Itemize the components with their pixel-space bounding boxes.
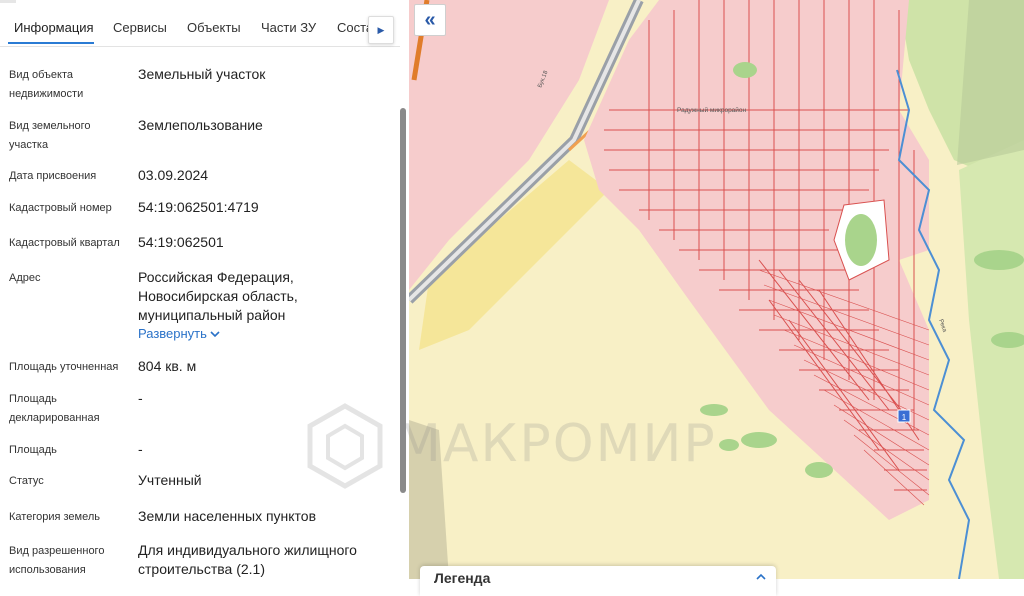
tab-information[interactable]: Информация (14, 20, 94, 35)
chevron-up-icon[interactable] (754, 572, 768, 582)
label-address: Адрес (9, 272, 41, 284)
chevron-down-icon[interactable] (208, 328, 222, 340)
forest-area-south (959, 140, 1024, 579)
active-tab-indicator (8, 42, 94, 44)
tab-objects[interactable]: Объекты (187, 20, 241, 35)
grey-strip (409, 420, 449, 579)
value-area-declared: - (138, 390, 143, 406)
label-assign-date: Дата присвоения (9, 170, 97, 182)
label-object-type: Вид объекта недвижимости (9, 69, 84, 100)
value-area: - (138, 441, 143, 457)
bush (733, 62, 757, 78)
bush (805, 462, 833, 478)
value-status: Учтенный (138, 472, 202, 488)
tab-land-parts[interactable]: Части ЗУ (261, 20, 316, 35)
label-permitted-use: Вид разрешенного использования (9, 545, 105, 576)
river-label: Река (937, 319, 947, 334)
map-canvas[interactable]: 1 Радужный микрорайон Бук.18 Река (409, 0, 1024, 579)
label-area: Площадь (9, 444, 57, 456)
info-panel: Информация Сервисы Объекты Части ЗУ Сост… (0, 0, 410, 579)
label-land-type: Вид земельного участка (9, 120, 91, 151)
chevron-right-icon: ▶ (377, 24, 385, 35)
value-area-specified: 804 кв. м (138, 358, 197, 374)
value-land-category: Земли населенных пунктов (138, 508, 317, 524)
district-label: Радужный микрорайон (677, 106, 747, 114)
bush (741, 432, 777, 448)
label-area-specified: Площадь уточненная (9, 361, 119, 373)
label-land-category: Категория земель (9, 511, 100, 523)
bush (700, 404, 728, 416)
collapse-panel-button[interactable]: « (414, 4, 446, 36)
value-assign-date: 03.09.2024 (138, 167, 209, 183)
value-cadastral-number: 54:19:062501:4719 (138, 199, 259, 215)
label-cadastral-quarter: Кадастровый квартал (9, 237, 120, 249)
label-cadastral-number: Кадастровый номер (9, 202, 112, 214)
park-green (845, 214, 877, 266)
expand-address-link[interactable]: Развернуть (138, 326, 207, 341)
value-address: Российская Федерация, Новосибирская обла… (138, 269, 298, 323)
legend-panel[interactable]: Легенда (420, 566, 776, 596)
label-area-declared: Площадь декларированная (9, 393, 100, 424)
value-land-type: Землепользование (138, 117, 263, 133)
value-object-type: Земельный участок (138, 66, 266, 82)
legend-title: Легенда (434, 570, 491, 586)
value-cadastral-quarter: 54:19:062501 (138, 234, 224, 250)
cadastral-map[interactable]: 1 Радужный микрорайон Бук.18 Река (409, 0, 1024, 579)
parcel-marker-label: 1 (902, 413, 907, 422)
label-status: Статус (9, 475, 44, 487)
panel-scrollbar[interactable] (400, 108, 406, 493)
bush (719, 439, 739, 451)
double-chevron-left-icon: « (424, 8, 436, 31)
tab-services[interactable]: Сервисы (113, 20, 167, 35)
bush (974, 250, 1024, 270)
tab-bar: Информация Сервисы Объекты Части ЗУ Сост… (0, 0, 400, 47)
value-permitted-use: Для индивидуального жилищного строительс… (138, 542, 357, 577)
tabs-scroll-right-button[interactable]: ▶ (368, 16, 394, 44)
